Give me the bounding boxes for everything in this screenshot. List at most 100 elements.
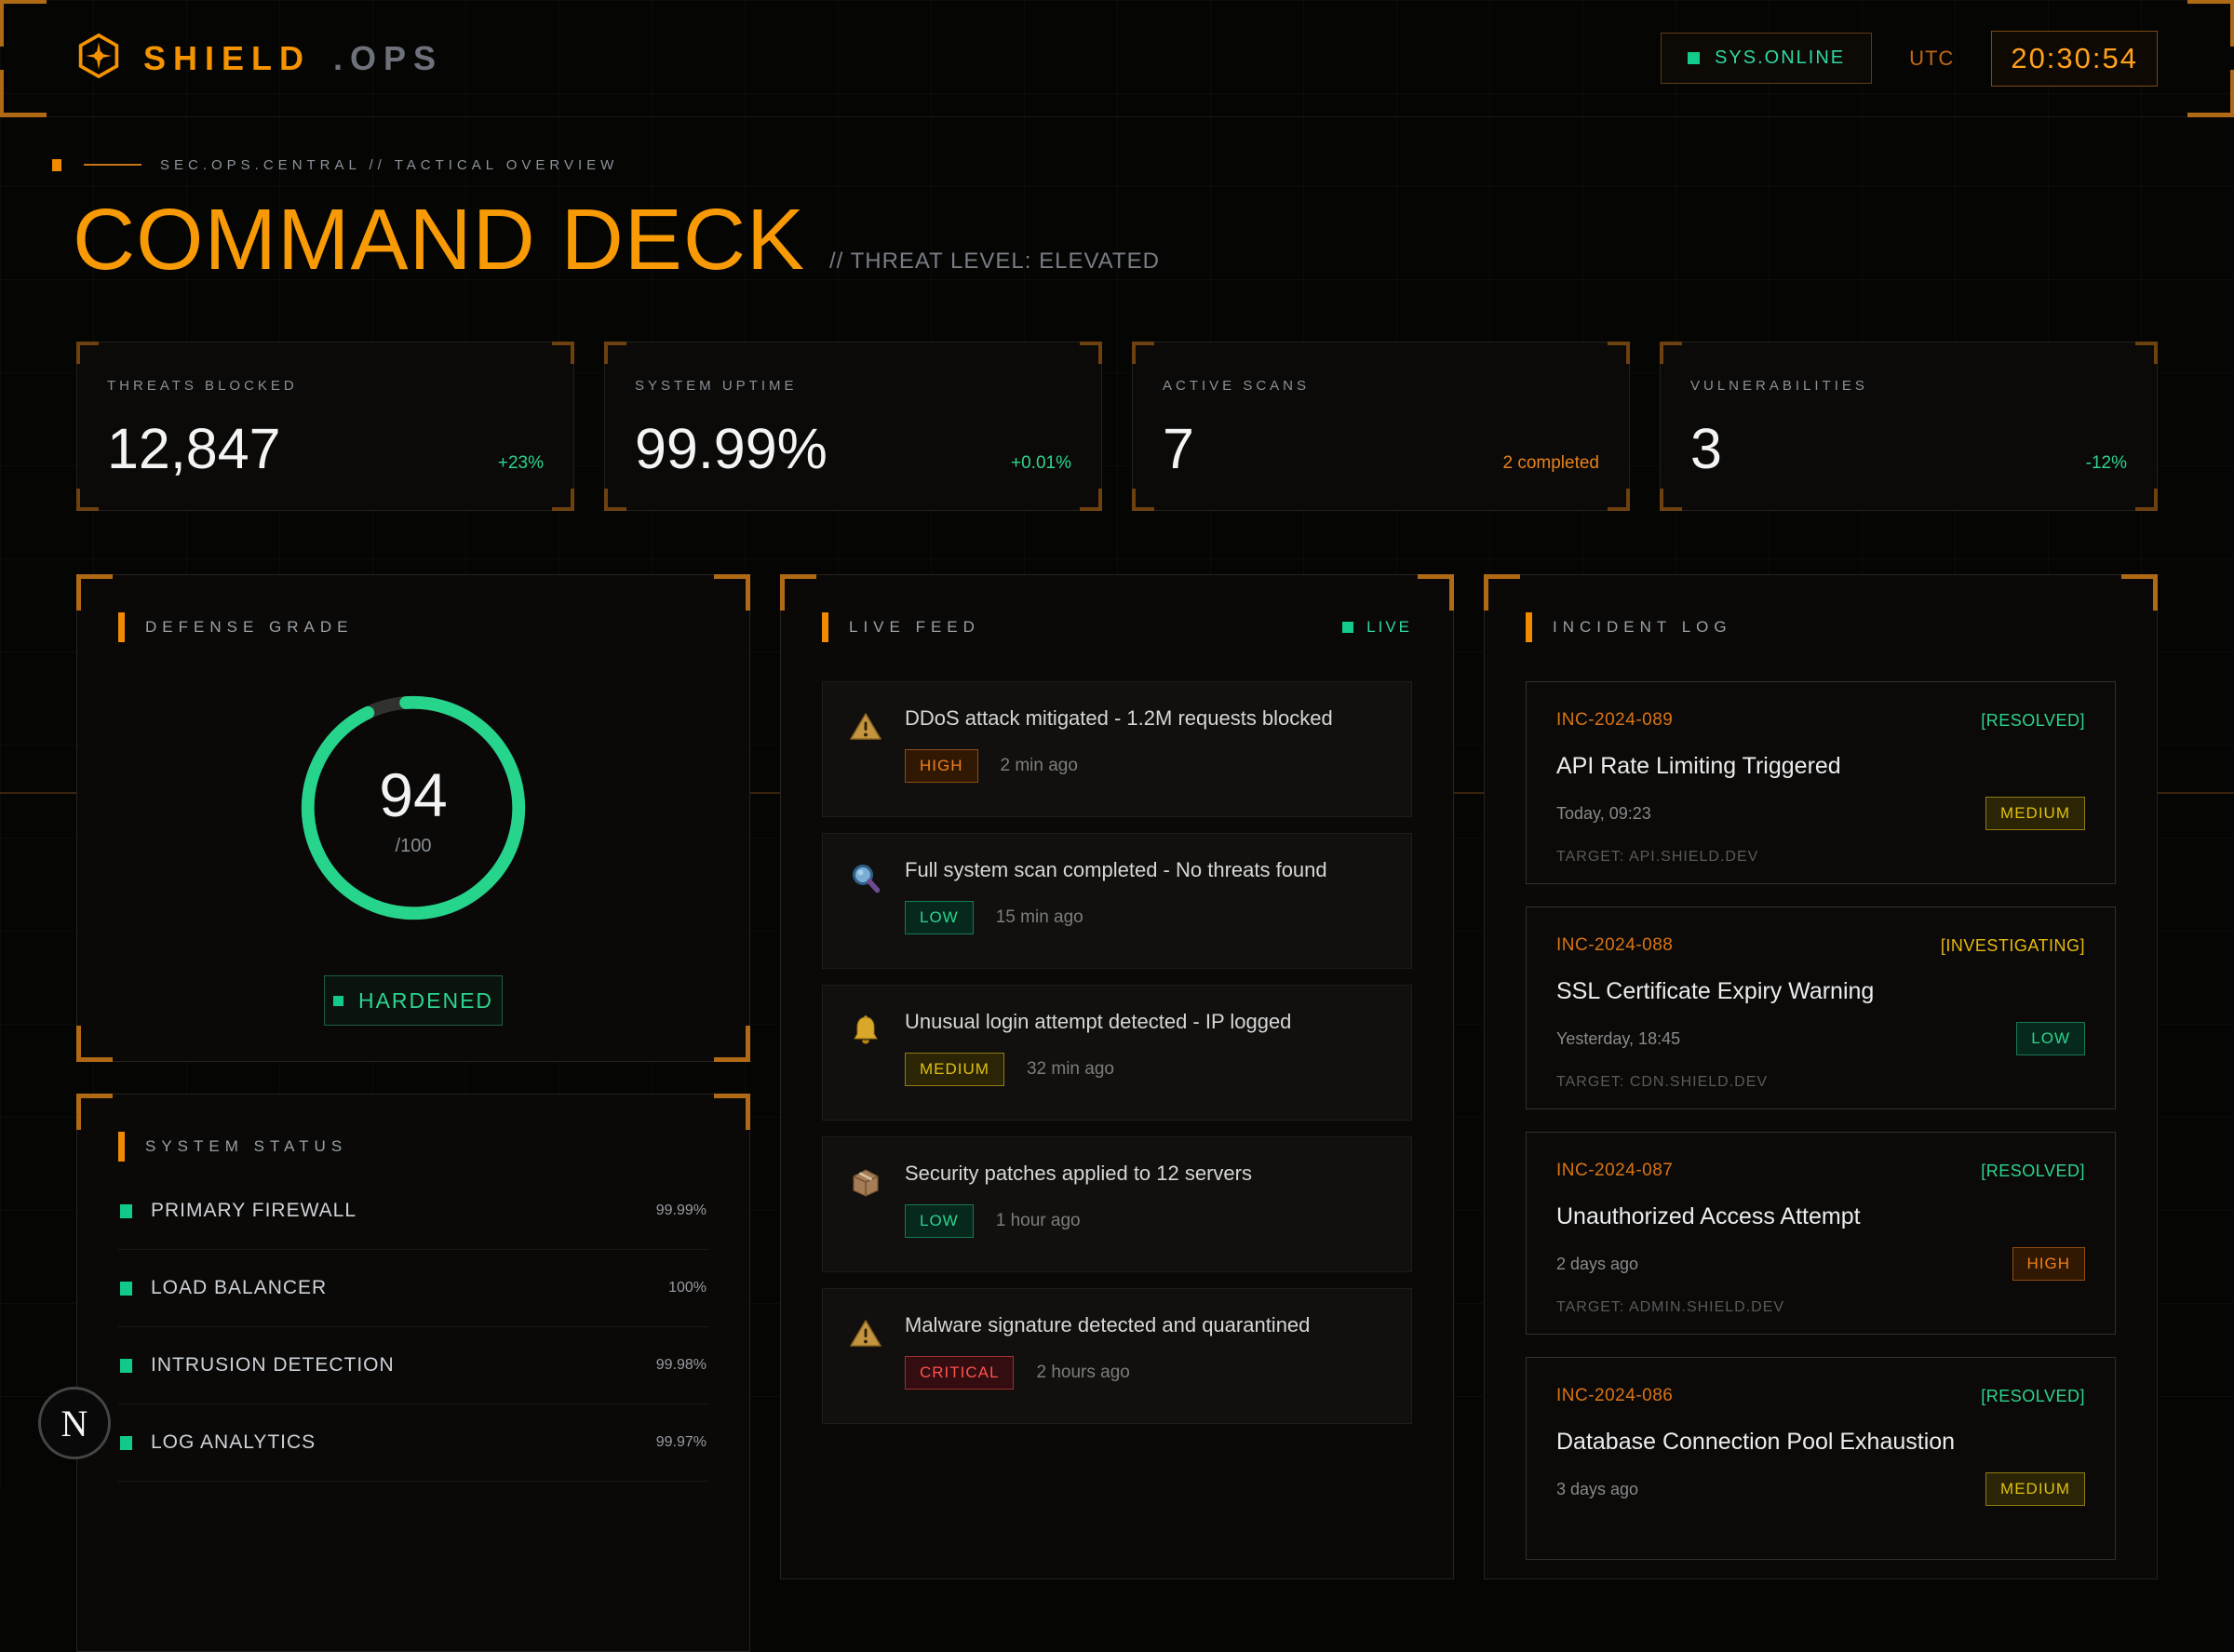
feed-item[interactable]: DDoS attack mitigated - 1.2M requests bl…	[822, 681, 1412, 817]
corner-bracket	[1660, 489, 1682, 511]
brand: SHIELD .OPS	[76, 32, 443, 85]
severity-badge: LOW	[905, 1204, 974, 1238]
corner-bracket	[714, 1026, 750, 1062]
feed-item[interactable]: Malware signature detected and quarantin…	[822, 1288, 1412, 1424]
severity-badge: HIGH	[2012, 1247, 2086, 1281]
panel-title: DEFENSE GRADE	[145, 618, 353, 637]
corner-bracket	[76, 489, 99, 511]
corner-bracket	[0, 0, 47, 47]
online-status-label: SYS.ONLINE	[1715, 47, 1845, 69]
panel-accent-bar	[1526, 612, 1532, 642]
breadcrumb-square-icon	[52, 159, 61, 171]
incident-time: 3 days ago	[1556, 1480, 1638, 1499]
feed-item-time: 2 min ago	[1001, 756, 1078, 776]
live-feed-panel: LIVE FEED LIVE DDoS attack mitigated - 1…	[780, 574, 1454, 1579]
incident-card[interactable]: INC-2024-086 [RESOLVED] Database Connect…	[1526, 1357, 2116, 1560]
corner-bracket	[1080, 489, 1102, 511]
stat-label: SYSTEM UPTIME	[635, 378, 1071, 394]
system-status-list: PRIMARY FIREWALL 99.99% LOAD BALANCER 10…	[118, 1173, 708, 1482]
corner-bracket	[1608, 342, 1630, 364]
stat-delta: 2 completed	[1502, 453, 1599, 474]
incident-time: Today, 09:23	[1556, 804, 1651, 824]
incident-card[interactable]: INC-2024-087 [RESOLVED] Unauthorized Acc…	[1526, 1132, 2116, 1335]
feed-item-title: Unusual login attempt detected - IP logg…	[905, 1010, 1291, 1034]
stat-value: 12,847	[107, 416, 281, 481]
corner-bracket	[1484, 574, 1520, 611]
stat-card: SYSTEM UPTIME 99.99% +0.01%	[604, 342, 1102, 511]
incident-title: Unauthorized Access Attempt	[1556, 1203, 2085, 1230]
corner-bracket	[76, 1094, 113, 1130]
stat-value: 7	[1163, 416, 1194, 481]
corner-bracket	[2187, 70, 2234, 117]
stat-card: THREATS BLOCKED 12,847 +23%	[76, 342, 574, 511]
page-title: COMMAND DECK	[73, 197, 805, 282]
corner-bracket	[76, 574, 113, 611]
corner-bracket	[76, 342, 99, 364]
warning-icon	[849, 1317, 882, 1399]
incident-status: [RESOLVED]	[1981, 711, 2085, 731]
severity-badge: MEDIUM	[1985, 797, 2085, 830]
defense-denominator: /100	[396, 836, 432, 857]
system-online-badge: SYS.ONLINE	[1661, 33, 1872, 84]
column-left: DEFENSE GRADE 94 /100	[76, 574, 750, 1652]
corner-bracket	[780, 574, 816, 611]
incident-id: INC-2024-087	[1556, 1161, 1673, 1181]
status-ok-square-icon	[120, 1436, 132, 1450]
stat-label: ACTIVE SCANS	[1163, 378, 1599, 394]
severity-badge: LOW	[905, 901, 974, 934]
severity-badge: CRITICAL	[905, 1356, 1014, 1390]
n-overlay-button[interactable]: N	[38, 1387, 111, 1459]
panel-accent-bar	[822, 612, 828, 642]
breadcrumb-text: SEC.OPS.CENTRAL // TACTICAL OVERVIEW	[160, 157, 618, 173]
feed-item[interactable]: Security patches applied to 12 servers L…	[822, 1136, 1412, 1272]
live-feed-list: DDoS attack mitigated - 1.2M requests bl…	[822, 681, 1412, 1424]
system-name: LOG ANALYTICS	[151, 1431, 316, 1454]
panel-title: INCIDENT LOG	[1553, 618, 1732, 637]
feed-item-title: Malware signature detected and quarantin…	[905, 1313, 1310, 1337]
incident-title: API Rate Limiting Triggered	[1556, 753, 2085, 780]
system-status-row: PRIMARY FIREWALL 99.99%	[118, 1173, 708, 1250]
severity-badge: MEDIUM	[1985, 1472, 2085, 1506]
corner-bracket	[2187, 0, 2234, 47]
online-status-dot-icon	[1688, 52, 1700, 64]
corner-bracket	[552, 489, 574, 511]
incident-card[interactable]: INC-2024-089 [RESOLVED] API Rate Limitin…	[1526, 681, 2116, 884]
stat-card: ACTIVE SCANS 7 2 completed	[1132, 342, 1630, 511]
feed-item-time: 32 min ago	[1027, 1059, 1114, 1080]
incident-status: [INVESTIGATING]	[1941, 936, 2085, 956]
corner-bracket	[0, 70, 47, 117]
incident-status: [RESOLVED]	[1981, 1162, 2085, 1181]
corner-bracket	[604, 489, 626, 511]
incident-card[interactable]: INC-2024-088 [INVESTIGATING] SSL Certifi…	[1526, 907, 2116, 1109]
system-status-row: INTRUSION DETECTION 99.98%	[118, 1327, 708, 1404]
corner-bracket	[1418, 574, 1454, 611]
brand-name: SHIELD	[143, 39, 311, 78]
stat-value: 3	[1690, 416, 1722, 481]
bell-icon	[849, 1014, 882, 1095]
package-icon	[849, 1165, 882, 1247]
status-ok-square-icon	[120, 1359, 132, 1373]
stat-delta: -12%	[2086, 453, 2127, 474]
severity-badge: MEDIUM	[905, 1053, 1004, 1086]
incident-title: Database Connection Pool Exhaustion	[1556, 1429, 2085, 1456]
incident-target: TARGET: CDN.SHIELD.DEV	[1556, 1074, 2085, 1091]
threat-level-subtitle: // THREAT LEVEL: ELEVATED	[829, 248, 1160, 275]
feed-item-time: 2 hours ago	[1036, 1363, 1129, 1383]
stat-card: VULNERABILITIES 3 -12%	[1660, 342, 2158, 511]
corner-bracket	[1660, 342, 1682, 364]
incident-id: INC-2024-086	[1556, 1386, 1673, 1406]
severity-badge: HIGH	[905, 749, 978, 783]
panel-accent-bar	[118, 612, 125, 642]
breadcrumb: SEC.OPS.CENTRAL // TACTICAL OVERVIEW	[76, 156, 2158, 173]
severity-badge: LOW	[2016, 1022, 2085, 1055]
defense-score: 94	[379, 759, 447, 830]
feed-item[interactable]: Full system scan completed - No threats …	[822, 833, 1412, 969]
feed-item[interactable]: Unusual login attempt detected - IP logg…	[822, 985, 1412, 1121]
shield-hexagon-logo-icon	[76, 32, 121, 85]
hardened-dot-icon	[333, 996, 343, 1006]
live-indicator: LIVE	[1342, 618, 1412, 637]
corner-bracket	[714, 574, 750, 611]
corner-bracket	[1608, 489, 1630, 511]
status-ok-square-icon	[120, 1204, 132, 1218]
warning-icon	[849, 710, 882, 792]
